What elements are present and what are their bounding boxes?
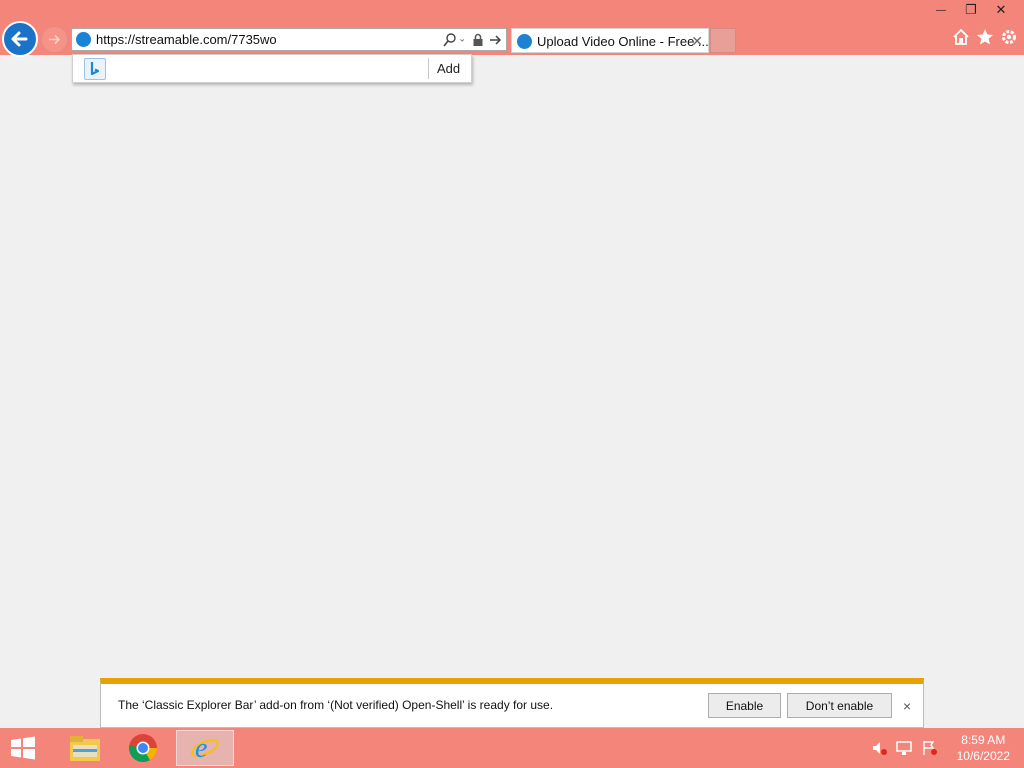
clock-date: 10/6/2022 <box>956 749 1010 763</box>
lock-icon[interactable] <box>471 32 485 48</box>
go-arrow-icon[interactable] <box>488 32 502 48</box>
new-tab-button[interactable] <box>710 28 736 53</box>
enable-button[interactable]: Enable <box>708 693 781 718</box>
favorites-star-icon[interactable] <box>976 28 994 46</box>
address-bar[interactable]: https://streamable.com/7735wo <box>71 28 507 51</box>
windows-logo-icon <box>11 736 35 760</box>
addon-notification-bar: The ‘Classic Explorer Bar’ add-on from ‘… <box>100 678 924 728</box>
tab-close-icon[interactable]: ✕ <box>691 33 703 50</box>
file-explorer-icon <box>70 736 100 761</box>
address-url[interactable]: https://streamable.com/7735wo <box>96 32 277 47</box>
volume-muted-icon[interactable] <box>871 740 888 756</box>
internet-explorer-icon: e <box>191 733 219 763</box>
start-button[interactable] <box>8 736 38 760</box>
forward-button[interactable] <box>42 27 67 52</box>
close-notification-icon[interactable]: × <box>903 698 911 714</box>
minimize-button[interactable]: — <box>926 0 956 20</box>
taskbar-chrome[interactable] <box>114 730 172 766</box>
home-icon[interactable] <box>952 28 970 46</box>
taskbar-internet-explorer[interactable]: e <box>176 730 234 766</box>
dont-enable-button[interactable]: Don’t enable <box>787 693 892 718</box>
gear-icon[interactable] <box>1000 28 1018 46</box>
search-provider-dropdown: Add <box>72 54 472 83</box>
tab-title: Upload Video Online - Free ... <box>537 34 709 49</box>
notification-message: The ‘Classic Explorer Bar’ add-on from ‘… <box>118 698 554 712</box>
search-icon[interactable] <box>443 32 457 48</box>
bing-icon[interactable] <box>84 58 106 80</box>
close-window-button[interactable]: ✕ <box>986 0 1016 20</box>
streamable-favicon-icon <box>76 32 91 47</box>
restore-button[interactable]: ❐ <box>956 0 986 20</box>
taskbar-file-explorer[interactable] <box>56 730 114 766</box>
browser-title-bar: https://streamable.com/7735wo Upload Vid… <box>0 0 1024 57</box>
divider <box>428 58 429 79</box>
chrome-icon <box>128 734 157 762</box>
tab-streamable[interactable]: Upload Video Online - Free ... ✕ <box>511 28 709 53</box>
arrow-right-icon <box>49 34 61 45</box>
arrow-left-icon <box>11 31 28 47</box>
add-search-provider-button[interactable]: Add <box>437 61 460 76</box>
clock-time: 8:59 AM <box>961 733 1006 747</box>
system-clock[interactable]: 8:59 AM 10/6/2022 <box>957 732 1010 764</box>
chevron-down-icon[interactable] <box>460 32 468 48</box>
network-icon[interactable] <box>896 740 913 756</box>
streamable-favicon-icon <box>517 34 532 49</box>
svg-text:e: e <box>195 733 207 763</box>
action-center-flag-icon[interactable] <box>921 740 938 756</box>
back-button[interactable] <box>2 21 38 57</box>
taskbar: e 8:59 AM 10/6/2022 <box>0 728 1024 768</box>
